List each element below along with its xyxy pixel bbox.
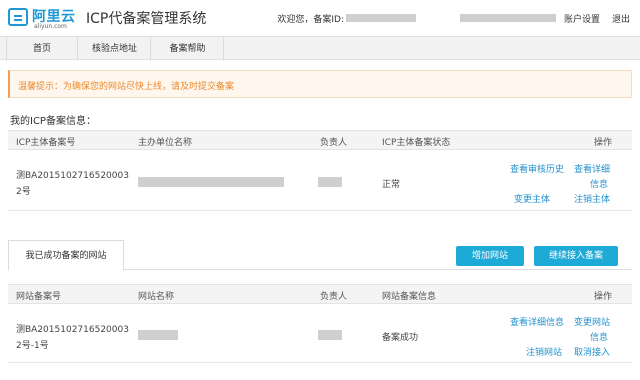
view-detail-link-cont[interactable]: 信息	[590, 177, 608, 190]
col-site-name: 网站名称	[138, 292, 175, 302]
col-site-owner: 负责人	[320, 292, 348, 302]
cancel-site-link[interactable]: 注销网站	[526, 345, 562, 358]
logout-link[interactable]: 退出	[612, 12, 630, 25]
col-icp-status: ICP主体备案状态	[382, 138, 451, 148]
col-icp-no: ICP主体备案号	[16, 138, 76, 148]
site-table-header: 网站备案号 网站名称 负责人 网站备案信息 操作	[8, 284, 632, 304]
col-site-actions: 操作	[594, 292, 613, 302]
col-org-name: 主办单位名称	[138, 138, 193, 148]
nav-item-home[interactable]: 首页	[6, 37, 78, 61]
view-site-detail-link[interactable]: 查看详细信息	[510, 315, 564, 328]
icp-section-title: 我的ICP备案信息：	[10, 116, 96, 127]
top-header: 阿里云 aliyun.com ICP代备案管理系统 欢迎您，备案ID: 账户设置…	[0, 0, 640, 36]
system-title: ICP代备案管理系统	[86, 11, 207, 27]
change-site-link-cont[interactable]: 信息	[590, 330, 608, 343]
site-no-line1: 测BA2015102716520003	[16, 325, 129, 335]
site-info-value: 备案成功	[382, 333, 419, 343]
masked-site-name	[138, 330, 178, 340]
divider	[8, 362, 632, 363]
notice-banner: 温馨提示：为确保您的网站尽快上线，请及时提交备案	[8, 70, 632, 98]
continue-access-button[interactable]: 继续接入备案	[534, 246, 618, 266]
masked-site-owner	[318, 330, 342, 340]
welcome-text: 欢迎您，备案ID:	[277, 14, 344, 25]
icp-status-value: 正常	[382, 180, 401, 190]
view-detail-link[interactable]: 查看详细	[574, 162, 610, 175]
icp-no-line2: 2号	[16, 187, 31, 197]
col-site-info: 网站备案信息	[382, 292, 437, 302]
logo-domain: aliyun.com	[34, 23, 67, 30]
user-bar: 欢迎您，备案ID: 账户设置 退出	[277, 11, 630, 25]
masked-org-name	[138, 177, 284, 187]
site-no-line2: 2号-1号	[16, 341, 49, 351]
add-site-button[interactable]: 增加网站	[456, 246, 524, 266]
col-owner: 负责人	[320, 138, 348, 148]
cancel-access-link[interactable]: 取消接入	[574, 345, 610, 358]
nav-item-help[interactable]: 备案帮助	[152, 37, 224, 61]
aliyun-logo[interactable]: 阿里云 aliyun.com	[8, 6, 76, 32]
view-review-history-link[interactable]: 查看审核历史	[510, 162, 564, 175]
main-nav: 首页 核验点地址 备案帮助	[0, 36, 640, 61]
account-settings-link[interactable]: 账户设置	[564, 12, 600, 25]
col-site-no: 网站备案号	[16, 292, 62, 302]
change-entity-link[interactable]: 变更主体	[514, 192, 550, 205]
icp-no-line1: 测BA2015102716520003	[16, 171, 129, 181]
masked-account	[459, 14, 556, 22]
nav-item-verify-address[interactable]: 核验点地址	[79, 37, 151, 61]
masked-owner	[318, 177, 342, 187]
change-site-link[interactable]: 变更网站	[574, 315, 610, 328]
site-tab-bar: 我已成功备案的网站 增加网站 继续接入备案	[8, 240, 632, 271]
tab-registered-sites[interactable]: 我已成功备案的网站	[8, 240, 124, 271]
notice-text: 温馨提示：为确保您的网站尽快上线，请及时提交备案	[18, 82, 235, 92]
aliyun-logo-icon	[8, 8, 28, 26]
cancel-entity-link[interactable]: 注销主体	[574, 192, 610, 205]
icp-table-header: ICP主体备案号 主办单位名称 负责人 ICP主体备案状态 操作	[8, 130, 632, 150]
col-actions: 操作	[594, 138, 613, 148]
divider	[8, 210, 632, 211]
masked-id	[345, 14, 416, 22]
